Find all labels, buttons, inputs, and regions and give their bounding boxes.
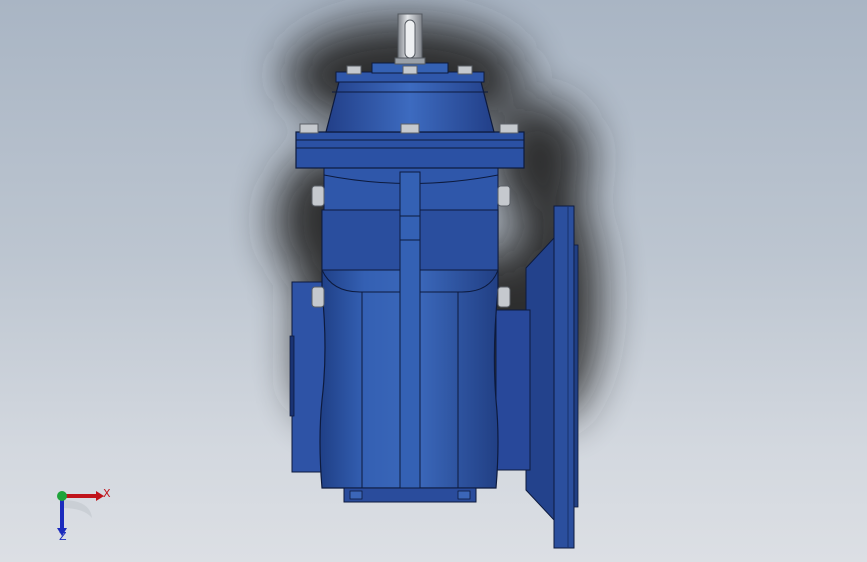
output-hub (495, 309, 531, 471)
input-shaft[interactable] (394, 13, 426, 65)
center-rib (399, 171, 421, 491)
top-flange[interactable] (295, 131, 525, 169)
axis-x-label: X (103, 487, 111, 500)
axis-z-label: Z (59, 530, 67, 543)
axis-y-dot-icon (57, 491, 67, 501)
base-foot (343, 487, 477, 503)
gearbox-model[interactable] (0, 0, 867, 562)
graphics-viewport[interactable]: X Z (0, 0, 867, 562)
